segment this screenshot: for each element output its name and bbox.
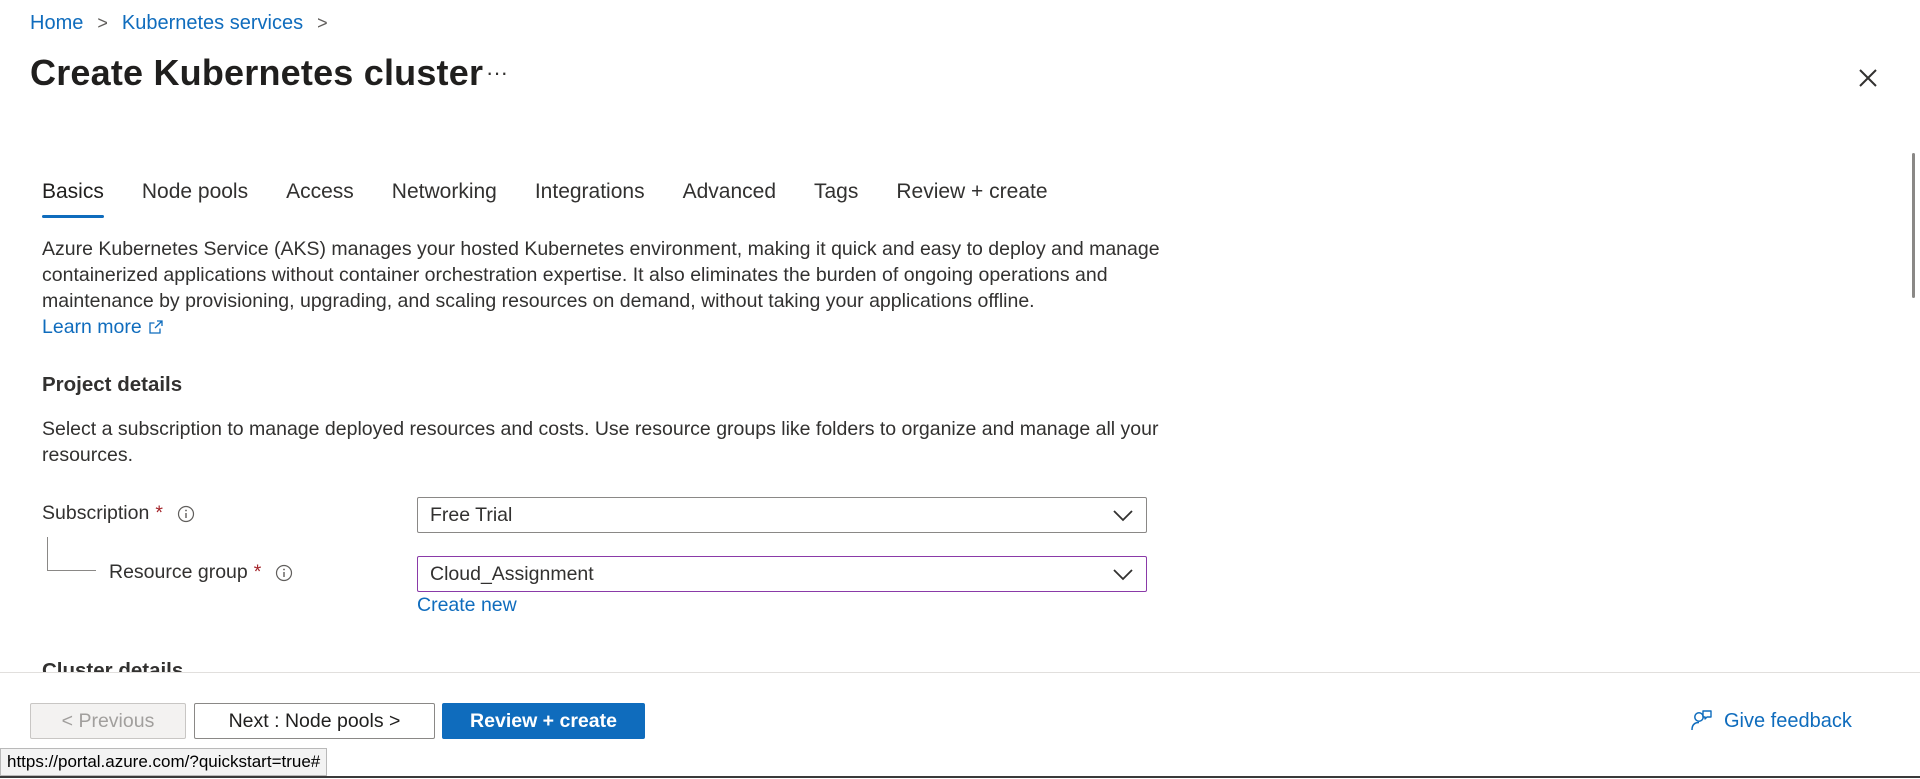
next-node-pools-button[interactable]: Next : Node pools > [194, 703, 435, 739]
feedback-icon [1691, 710, 1712, 731]
create-new-resource-group-link[interactable]: Create new [417, 594, 517, 617]
subscription-label: Subscription [42, 502, 150, 524]
project-details-description: Select a subscription to manage deployed… [42, 418, 1159, 466]
previous-button[interactable]: < Previous [30, 703, 186, 739]
chevron-right-icon: > [317, 13, 328, 33]
intro-section: Azure Kubernetes Service (AKS) manages y… [42, 236, 1162, 340]
breadcrumb-kubernetes-services[interactable]: Kubernetes services [122, 12, 303, 35]
project-details-heading: Project details [42, 373, 183, 396]
tab-node-pools[interactable]: Node pools [142, 180, 248, 218]
wizard-tabs: Basics Node pools Access Networking Inte… [42, 180, 1086, 218]
tree-connector [47, 537, 96, 571]
required-mark: * [155, 502, 163, 524]
resource-group-label: Resource group [109, 561, 248, 583]
tab-advanced[interactable]: Advanced [683, 180, 776, 218]
close-icon[interactable] [1852, 62, 1884, 94]
breadcrumb: Home > Kubernetes services > [30, 12, 342, 35]
resource-group-value: Cloud_Assignment [430, 562, 594, 585]
give-feedback-label: Give feedback [1724, 709, 1852, 732]
subscription-select[interactable]: Free Trial [417, 497, 1147, 533]
tab-integrations[interactable]: Integrations [535, 180, 645, 218]
status-bar-url: https://portal.azure.com/?quickstart=tru… [0, 748, 328, 776]
scrollbar-track[interactable] [1910, 0, 1920, 672]
external-link-icon [149, 320, 163, 334]
resource-group-label-group: Resource group * [109, 561, 293, 584]
tab-basics[interactable]: Basics [42, 180, 104, 218]
review-create-button[interactable]: Review + create [442, 703, 645, 739]
page-title: Create Kubernetes cluster [30, 52, 484, 93]
learn-more-label: Learn more [42, 316, 142, 338]
scrollbar-thumb[interactable] [1912, 153, 1915, 298]
chevron-down-icon [1113, 569, 1133, 581]
breadcrumb-home[interactable]: Home [30, 12, 83, 35]
chevron-right-icon: > [97, 13, 108, 33]
subscription-label-group: Subscription * [42, 502, 195, 525]
info-icon[interactable] [275, 564, 293, 582]
info-icon[interactable] [177, 505, 195, 523]
give-feedback-link[interactable]: Give feedback [1690, 709, 1852, 733]
required-mark: * [253, 561, 262, 583]
more-icon[interactable]: ··· [486, 60, 508, 86]
intro-text: Azure Kubernetes Service (AKS) manages y… [42, 238, 1160, 312]
tab-review-create[interactable]: Review + create [896, 180, 1047, 218]
subscription-value: Free Trial [430, 503, 513, 526]
learn-more-link[interactable]: Learn more [42, 314, 164, 340]
tab-access[interactable]: Access [286, 180, 354, 218]
tab-tags[interactable]: Tags [814, 180, 858, 218]
tab-networking[interactable]: Networking [392, 180, 497, 218]
chevron-down-icon [1113, 510, 1133, 522]
resource-group-select[interactable]: Cloud_Assignment [417, 556, 1147, 592]
